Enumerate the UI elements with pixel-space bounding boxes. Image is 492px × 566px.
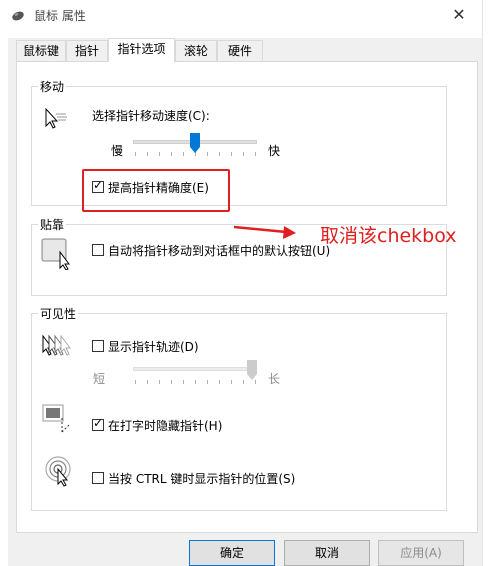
annotation-highlight-box [82, 169, 230, 212]
slider-tick [171, 380, 172, 384]
window-title: 鼠标 属性 [34, 9, 86, 23]
hide-while-typing-label[interactable]: 在打字时隐藏指针(H) [108, 417, 222, 434]
motion-group-title: 移动 [38, 78, 67, 95]
annotation-arrow-icon [233, 224, 298, 243]
slider-tick [195, 380, 196, 384]
visibility-group-title: 可见性 [38, 305, 79, 322]
slider-tick [231, 380, 232, 384]
snap-to-group-title: 贴靠 [38, 216, 67, 233]
snap-to-default-label[interactable]: 自动将指针移动到对话框中的默认按钮(U) [108, 242, 330, 259]
slider-tick [147, 152, 148, 156]
pointer-trails-icon [41, 334, 75, 363]
hide-while-typing-checkbox[interactable] [92, 416, 104, 431]
window-edge [482, 0, 492, 566]
ok-button[interactable]: 确定 [189, 540, 275, 566]
annotation-text: 取消该chekbox [320, 225, 457, 247]
slider-tick [183, 380, 184, 384]
slider-tick [207, 152, 208, 156]
pointer-speed-label: 选择指针移动速度(C): [92, 109, 210, 123]
slider-tick [183, 152, 184, 156]
slider-tick [159, 380, 160, 384]
tab-pointer-options[interactable]: 指针选项 [108, 38, 175, 62]
short-label: 短 [93, 372, 106, 386]
pointer-speed-slider-thumb[interactable] [190, 133, 200, 153]
mouse-icon [10, 7, 26, 23]
fast-label: 快 [268, 144, 281, 158]
slider-tick [219, 152, 220, 156]
show-location-icon [44, 455, 76, 490]
slider-tick [255, 380, 256, 384]
trail-length-ticks [135, 380, 256, 384]
slider-tick [171, 152, 172, 156]
show-location-ctrl-checkbox[interactable] [92, 472, 104, 484]
trail-length-slider-thumb[interactable] [247, 360, 257, 380]
slider-tick [159, 152, 160, 156]
slider-tick [243, 152, 244, 156]
tab-hardware[interactable]: 硬件 [217, 40, 263, 61]
snap-to-default-checkbox[interactable] [92, 244, 104, 256]
cancel-button[interactable]: 取消 [284, 540, 370, 566]
hide-while-typing-icon [42, 404, 72, 437]
tab-buttons[interactable]: 鼠标键 [16, 40, 66, 61]
snap-to-icon [41, 238, 73, 273]
slider-tick [243, 380, 244, 384]
slider-tick [135, 380, 136, 384]
pointer-speed-icon [42, 107, 68, 133]
pointer-trails-checkbox[interactable] [92, 340, 104, 352]
trail-length-track[interactable] [133, 367, 257, 371]
tab-pointers[interactable]: 指针 [66, 40, 108, 61]
slow-label: 慢 [111, 144, 124, 158]
slider-tick [219, 380, 220, 384]
pointer-trails-label[interactable]: 显示指针轨迹(D) [108, 338, 199, 355]
apply-button[interactable]: 应用(A) [378, 540, 464, 566]
slider-tick [135, 152, 136, 156]
show-location-ctrl-label[interactable]: 当按 CTRL 键时显示指针的位置(S) [108, 470, 295, 487]
slider-tick [231, 152, 232, 156]
slider-tick [207, 380, 208, 384]
slider-tick [147, 380, 148, 384]
slider-tick [255, 152, 256, 156]
close-button[interactable]: ✕ [446, 3, 472, 27]
long-label: 长 [268, 372, 281, 386]
tab-wheel[interactable]: 滚轮 [175, 40, 217, 61]
